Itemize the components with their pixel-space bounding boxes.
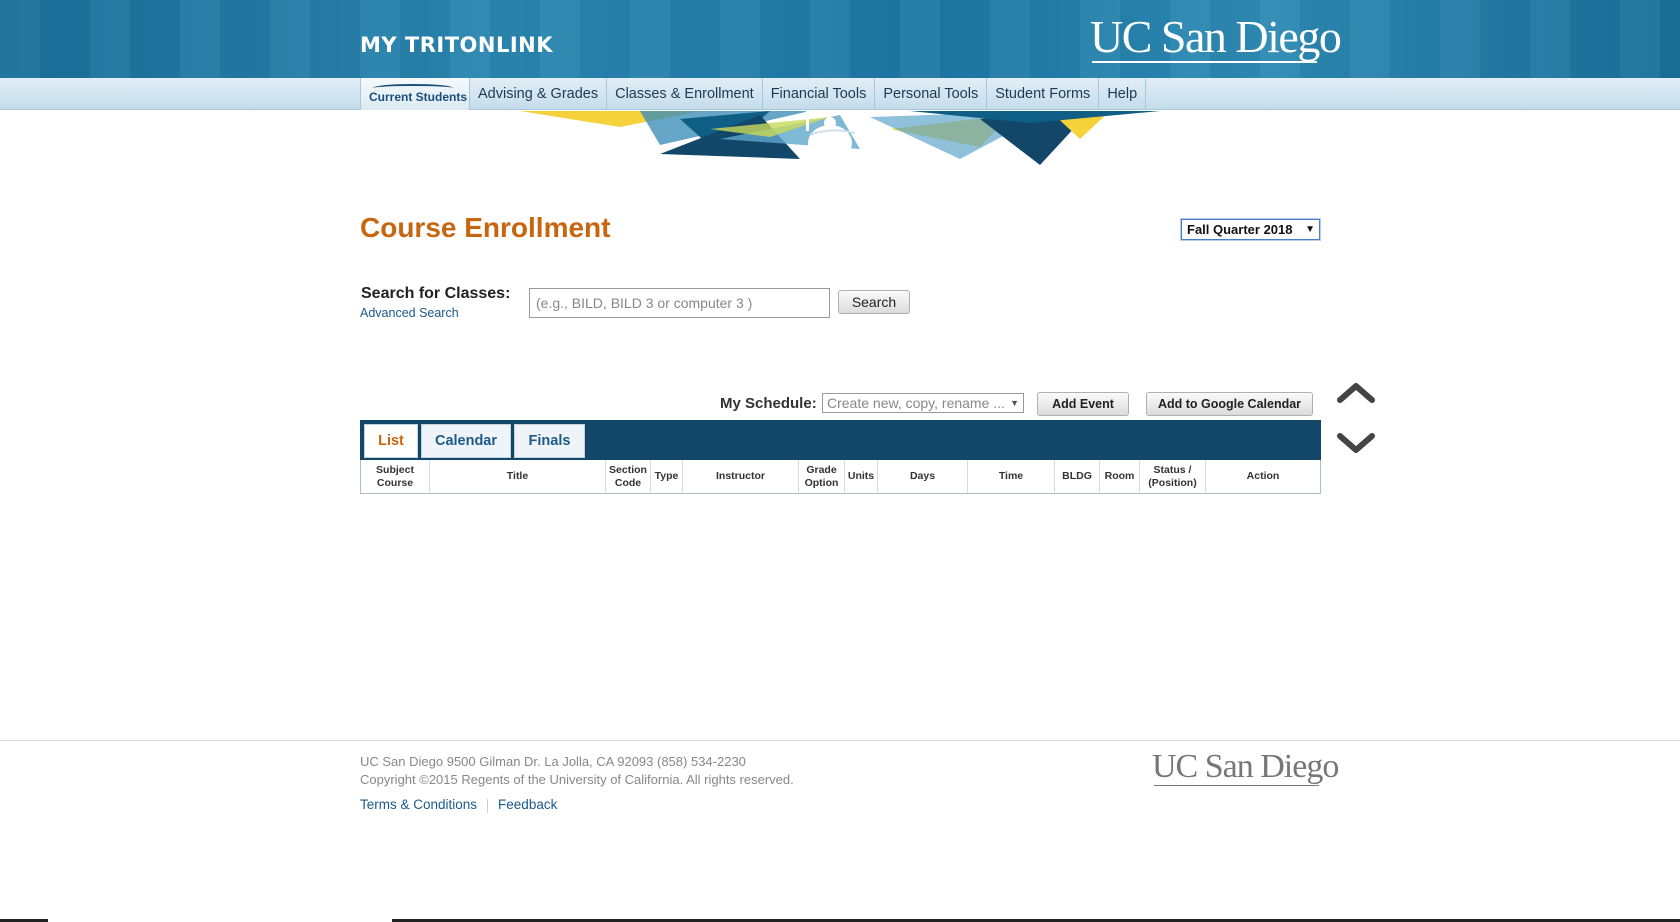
- schedule-select-placeholder: Create new, copy, rename ...: [827, 395, 1005, 411]
- main-nav: Current Students Advising & Grades Class…: [0, 78, 1680, 110]
- brand-title[interactable]: MY TRITONLINK: [360, 33, 553, 57]
- nav-item-student-forms[interactable]: Student Forms: [987, 78, 1100, 110]
- schedule-label: My Schedule:: [720, 395, 817, 412]
- column-header[interactable]: Type: [651, 460, 683, 493]
- schedule-table-header: Subject Course Title Section Code Type Ins…: [360, 460, 1321, 494]
- header-background: [0, 0, 1680, 78]
- footer-copyright: Copyright ©2015 Regents of the Universit…: [360, 772, 794, 787]
- footer-ucsd-logo[interactable]: UC San Diego: [1152, 750, 1339, 784]
- search-button[interactable]: Search: [838, 290, 910, 314]
- column-header[interactable]: Room: [1100, 460, 1140, 493]
- nav-items: Current Students Advising & Grades Class…: [360, 78, 1147, 110]
- nav-item-current-students[interactable]: Current Students: [360, 78, 470, 110]
- add-event-button[interactable]: Add Event: [1037, 392, 1129, 416]
- nav-item-help[interactable]: Help: [1099, 78, 1147, 110]
- footer-links: Terms & Conditions Feedback: [360, 797, 557, 813]
- nav-item-advising-grades[interactable]: Advising & Grades: [470, 78, 608, 110]
- tab-calendar[interactable]: Calendar: [421, 424, 511, 458]
- add-to-google-calendar-button[interactable]: Add to Google Calendar: [1146, 392, 1313, 416]
- column-header[interactable]: Grade Option: [799, 460, 845, 493]
- column-header[interactable]: Title: [430, 460, 606, 493]
- link-separator: [487, 799, 489, 813]
- column-header[interactable]: Units: [845, 460, 878, 493]
- banner-graphic: [520, 111, 1160, 165]
- column-header[interactable]: Section Code: [606, 460, 651, 493]
- site-header: MY TRITONLINK UC San Diego: [0, 0, 1680, 78]
- chevron-down-icon[interactable]: [1336, 432, 1376, 456]
- triton-statue-icon: [806, 111, 856, 161]
- column-header[interactable]: BLDG: [1055, 460, 1100, 493]
- feedback-link[interactable]: Feedback: [498, 797, 557, 813]
- nav-item-label: Current Students: [369, 90, 468, 104]
- dropdown-arrow-icon: ▼: [1305, 224, 1315, 235]
- search-input[interactable]: (e.g., BILD, BILD 3 or computer 3 ): [529, 288, 830, 318]
- logo-underline: [1092, 61, 1317, 63]
- dropdown-arrow-icon: ▼: [1010, 398, 1019, 408]
- schedule-select[interactable]: Create new, copy, rename ... ▼: [822, 393, 1024, 413]
- nav-item-financial-tools[interactable]: Financial Tools: [763, 78, 876, 110]
- column-header[interactable]: Status / (Position): [1140, 460, 1206, 493]
- footer-divider: [0, 740, 1680, 741]
- column-header[interactable]: Days: [878, 460, 968, 493]
- footer-address: UC San Diego 9500 Gilman Dr. La Jolla, C…: [360, 754, 746, 769]
- terms-link[interactable]: Terms & Conditions: [360, 797, 477, 813]
- column-header[interactable]: Instructor: [683, 460, 799, 493]
- column-header[interactable]: Action: [1206, 460, 1320, 493]
- tab-finals[interactable]: Finals: [514, 424, 585, 458]
- page-title: Course Enrollment: [360, 212, 611, 243]
- schedule-tabs: List Calendar Finals: [360, 420, 1321, 460]
- footer-logo-underline: [1154, 785, 1319, 786]
- nav-item-classes-enrollment[interactable]: Classes & Enrollment: [607, 78, 763, 110]
- nav-item-personal-tools[interactable]: Personal Tools: [875, 78, 988, 110]
- column-header[interactable]: Time: [968, 460, 1055, 493]
- term-select[interactable]: Fall Quarter 2018 ▼: [1181, 219, 1320, 240]
- column-header[interactable]: Subject Course: [361, 460, 430, 493]
- search-label: Search for Classes:: [361, 285, 511, 302]
- advanced-search-link[interactable]: Advanced Search: [360, 306, 459, 320]
- term-select-value: Fall Quarter 2018: [1187, 222, 1293, 237]
- chevron-up-icon[interactable]: [1336, 380, 1376, 404]
- ucsd-logo[interactable]: UC San Diego: [1090, 14, 1342, 60]
- tab-list[interactable]: List: [364, 424, 418, 458]
